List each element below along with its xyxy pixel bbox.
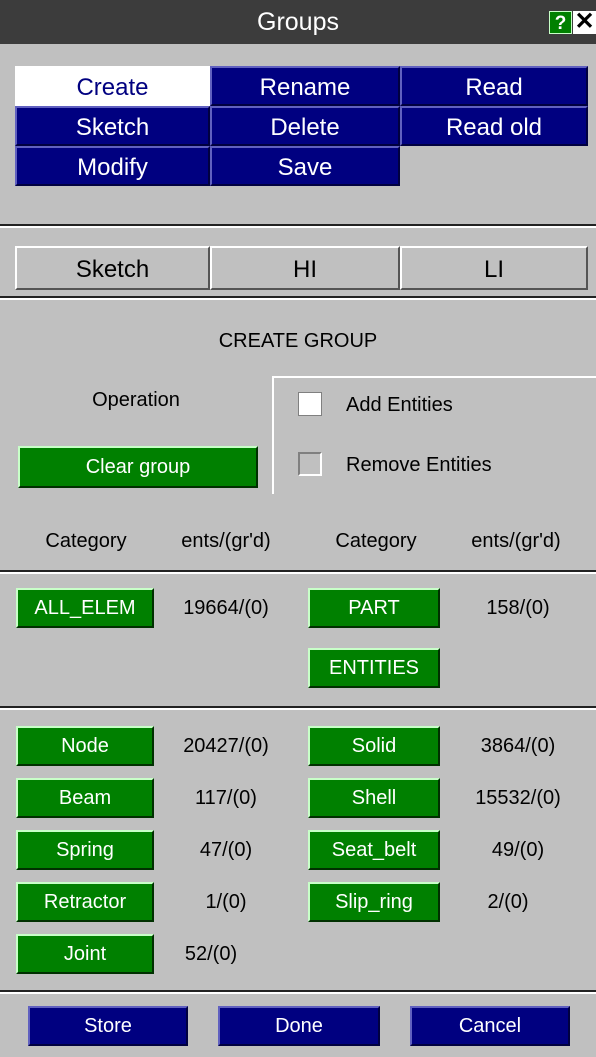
spring-button[interactable]: Spring	[16, 830, 154, 870]
tab-read-old[interactable]: Read old	[400, 106, 588, 146]
beam-count: 117/(0)	[195, 787, 257, 809]
all-elem-count: 19664/(0)	[183, 597, 269, 619]
remove-entities-label: Remove Entities	[346, 454, 492, 476]
remove-entities-checkbox[interactable]	[298, 452, 322, 476]
column-header-category: Category	[335, 530, 417, 552]
seat-belt-button[interactable]: Seat_belt	[308, 830, 440, 870]
shell-button[interactable]: Shell	[308, 778, 440, 818]
node-count: 20427/(0)	[183, 735, 269, 757]
part-button[interactable]: PART	[308, 588, 440, 628]
joint-count: 52/(0)	[184, 943, 238, 965]
joint-button[interactable]: Joint	[16, 934, 154, 974]
solid-count: 3864/(0)	[480, 735, 556, 757]
add-entities-checkbox[interactable]	[298, 392, 322, 416]
divider	[0, 226, 596, 228]
shell-count: 15532/(0)	[475, 787, 561, 809]
help-button[interactable]: ?	[549, 11, 572, 34]
operation-label: Operation	[92, 389, 180, 411]
panel-heading: CREATE GROUP	[218, 330, 378, 352]
divider	[0, 992, 596, 994]
subtab-li[interactable]: LI	[400, 246, 588, 290]
column-header-ents: ents/(gr'd)	[181, 530, 271, 552]
divider	[0, 572, 596, 574]
store-button[interactable]: Store	[28, 1006, 188, 1046]
retractor-count: 1/(0)	[205, 891, 247, 913]
retractor-button[interactable]: Retractor	[16, 882, 154, 922]
operation-box: Add Entities Remove Entities	[272, 376, 596, 494]
subtab-sketch[interactable]: Sketch	[15, 246, 210, 290]
tab-save[interactable]: Save	[210, 146, 400, 186]
solid-button[interactable]: Solid	[308, 726, 440, 766]
divider	[0, 708, 596, 710]
seat-belt-count: 49/(0)	[491, 839, 545, 861]
tab-sketch[interactable]: Sketch	[15, 106, 210, 146]
window-title: Groups	[257, 8, 339, 36]
slip-ring-button[interactable]: Slip_ring	[308, 882, 440, 922]
tab-create[interactable]: Create	[15, 66, 210, 106]
done-button[interactable]: Done	[218, 1006, 380, 1046]
beam-button[interactable]: Beam	[16, 778, 154, 818]
tab-delete[interactable]: Delete	[210, 106, 400, 146]
cancel-button[interactable]: Cancel	[410, 1006, 570, 1046]
clear-group-button[interactable]: Clear group	[18, 446, 258, 488]
add-entities-label: Add Entities	[346, 394, 453, 416]
entities-button[interactable]: ENTITIES	[308, 648, 440, 688]
slip-ring-count: 2/(0)	[487, 891, 529, 913]
part-count: 158/(0)	[486, 597, 550, 619]
subtab-hi[interactable]: HI	[210, 246, 400, 290]
column-header-category: Category	[45, 530, 127, 552]
tab-rename[interactable]: Rename	[210, 66, 400, 106]
column-header-ents: ents/(gr'd)	[471, 530, 561, 552]
tab-read[interactable]: Read	[400, 66, 588, 106]
node-button[interactable]: Node	[16, 726, 154, 766]
spring-count: 47/(0)	[199, 839, 253, 861]
tab-modify[interactable]: Modify	[15, 146, 210, 186]
close-icon[interactable]: ✕	[573, 10, 596, 34]
title-bar: Groups ? ✕	[0, 0, 596, 44]
all-elem-button[interactable]: ALL_ELEM	[16, 588, 154, 628]
divider	[0, 298, 596, 300]
